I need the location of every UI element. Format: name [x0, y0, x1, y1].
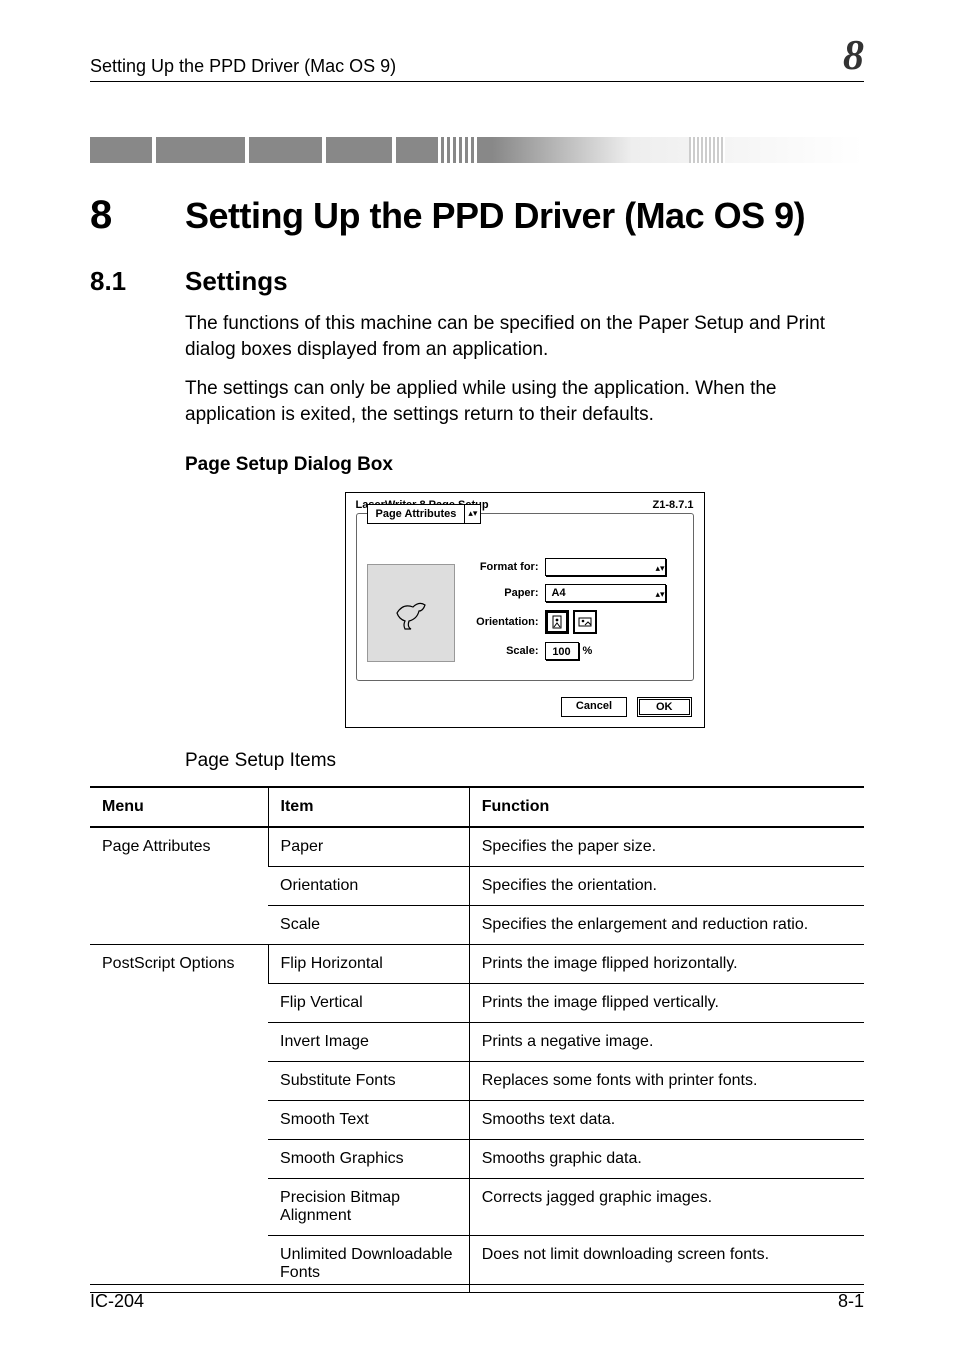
cell-item: Flip Vertical	[268, 983, 469, 1022]
cell-menu: Page Attributes	[90, 827, 268, 945]
updown-icon: ▴▾	[656, 560, 665, 574]
dialog-heading: Page Setup Dialog Box	[185, 454, 864, 476]
updown-icon: ▴▾	[656, 586, 665, 600]
paper-value: A4	[546, 587, 656, 599]
paragraph-1: The functions of this machine can be spe…	[185, 311, 864, 362]
format-for-popup[interactable]: ▴▾	[545, 558, 666, 576]
chapter-title: 8 Setting Up the PPD Driver (Mac OS 9)	[90, 193, 864, 238]
cell-item: Scale	[268, 905, 469, 944]
col-function: Function	[469, 787, 864, 827]
paper-label: Paper:	[469, 587, 545, 599]
table-row: Page Attributes Paper Specifies the pape…	[90, 827, 864, 867]
cell-function: Smooths graphic data.	[469, 1139, 864, 1178]
cell-item: Orientation	[268, 866, 469, 905]
col-item: Item	[268, 787, 469, 827]
cell-item: Invert Image	[268, 1022, 469, 1061]
scale-input[interactable]: 100	[545, 642, 579, 660]
chapter-title-text: Setting Up the PPD Driver (Mac OS 9)	[185, 195, 805, 237]
cell-item: Precision Bitmap Alignment	[268, 1178, 469, 1235]
cell-function: Prints a negative image.	[469, 1022, 864, 1061]
page-preview	[367, 564, 455, 662]
orientation-portrait-button[interactable]	[545, 610, 569, 634]
landscape-icon	[578, 615, 592, 629]
section-number: 8.1	[90, 266, 185, 297]
ok-button[interactable]: OK	[637, 697, 692, 717]
cell-item: Substitute Fonts	[268, 1061, 469, 1100]
cancel-button[interactable]: Cancel	[561, 697, 627, 717]
chapter-number: 8	[90, 193, 185, 238]
dog-icon	[391, 593, 431, 633]
cell-function: Replaces some fonts with printer fonts.	[469, 1061, 864, 1100]
table-caption: Page Setup Items	[185, 750, 864, 772]
dialog-version: Z1-8.7.1	[653, 499, 694, 511]
running-head: Setting Up the PPD Driver (Mac OS 9)	[90, 56, 396, 77]
page-footer: IC-204 8-1	[90, 1284, 864, 1312]
format-for-label: Format for:	[469, 561, 545, 573]
panel-popup[interactable]: Page Attributes ▴▾	[367, 504, 482, 524]
scale-label: Scale:	[469, 645, 545, 657]
cell-function: Smooths text data.	[469, 1100, 864, 1139]
orientation-landscape-button[interactable]	[573, 610, 597, 634]
cell-item: Smooth Text	[268, 1100, 469, 1139]
chapter-badge: 8	[843, 35, 864, 77]
section-title: 8.1 Settings	[90, 266, 864, 297]
page-setup-dialog: LaserWriter 8 Page Setup Z1-8.7.1 Page A…	[345, 492, 705, 728]
footer-right: 8-1	[838, 1291, 864, 1312]
decorative-bar	[90, 137, 864, 163]
cell-function: Specifies the enlargement and reduction …	[469, 905, 864, 944]
cell-function: Specifies the paper size.	[469, 827, 864, 867]
cell-item: Paper	[268, 827, 469, 867]
paragraph-2: The settings can only be applied while u…	[185, 376, 864, 427]
panel-popup-label: Page Attributes	[368, 506, 465, 522]
updown-icon: ▴▾	[464, 505, 480, 523]
cell-function: Prints the image flipped vertically.	[469, 983, 864, 1022]
table-header-row: Menu Item Function	[90, 787, 864, 827]
cell-item: Flip Horizontal	[268, 944, 469, 983]
page-setup-items-table: Menu Item Function Page Attributes Paper…	[90, 786, 864, 1293]
table-row: PostScript Options Flip Horizontal Print…	[90, 944, 864, 983]
cell-function: Corrects jagged graphic images.	[469, 1178, 864, 1235]
section-title-text: Settings	[185, 266, 288, 297]
portrait-icon	[550, 615, 564, 629]
cell-menu: PostScript Options	[90, 944, 268, 1292]
orientation-label: Orientation:	[469, 616, 545, 628]
page-header: Setting Up the PPD Driver (Mac OS 9) 8	[90, 35, 864, 82]
cell-item: Smooth Graphics	[268, 1139, 469, 1178]
col-menu: Menu	[90, 787, 268, 827]
footer-left: IC-204	[90, 1291, 144, 1312]
scale-unit: %	[583, 645, 593, 657]
paper-popup[interactable]: A4 ▴▾	[545, 584, 666, 602]
cell-function: Prints the image flipped horizontally.	[469, 944, 864, 983]
cell-function: Specifies the orientation.	[469, 866, 864, 905]
